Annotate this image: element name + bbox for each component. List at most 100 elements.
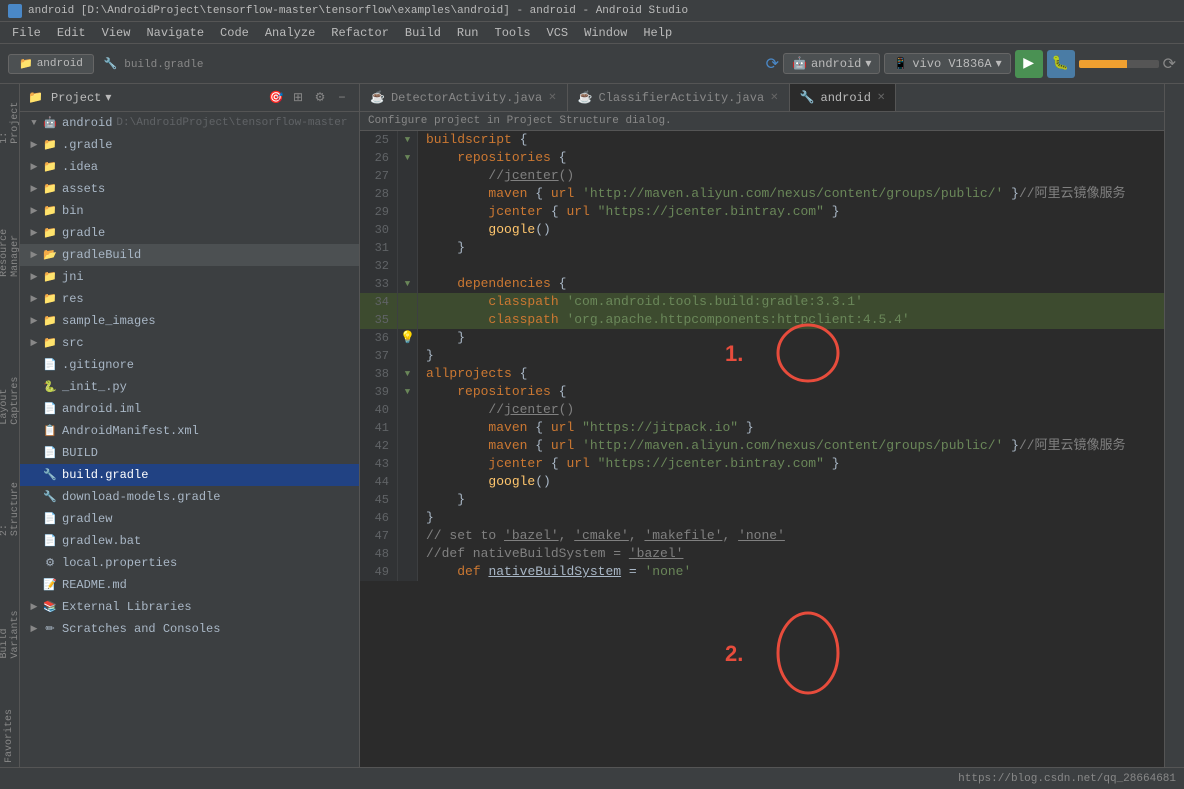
menu-navigate[interactable]: Navigate: [138, 22, 212, 43]
file-icon: 📄: [42, 401, 58, 417]
tab-close-3[interactable]: ✕: [877, 92, 885, 104]
tree-item-gitignore[interactable]: 📄 .gitignore: [20, 354, 359, 376]
tree-item-idea[interactable]: ▶ 📁 .idea: [20, 156, 359, 178]
tree-item-manifest[interactable]: 📋 AndroidManifest.xml: [20, 420, 359, 442]
sidebar-close-btn[interactable]: −: [333, 89, 351, 107]
code-line-32: 32: [360, 257, 1164, 275]
tree-item-gradle-hidden[interactable]: ▶ 📁 .gradle: [20, 134, 359, 156]
line-num: 39: [360, 383, 398, 401]
menu-file[interactable]: File: [4, 22, 49, 43]
ext-libs-icon: 📚: [42, 599, 58, 615]
root-path: D:\AndroidProject\tensorflow-master: [116, 117, 347, 129]
sidebar-settings-btn[interactable]: ⚙: [311, 89, 329, 107]
code-editor[interactable]: 25 ▼ buildscript { 26 ▼ repositories { 2…: [360, 131, 1164, 767]
line-num: 31: [360, 239, 398, 257]
menu-analyze[interactable]: Analyze: [257, 22, 323, 43]
device-selector[interactable]: 📱 vivo V1836A ▾: [884, 53, 1010, 74]
line-num: 32: [360, 257, 398, 275]
menu-refactor[interactable]: Refactor: [323, 22, 397, 43]
tree-root[interactable]: ▼ 🤖 android D:\AndroidProject\tensorflow…: [20, 112, 359, 134]
folder-icon: 📁: [42, 203, 58, 219]
menu-vcs[interactable]: VCS: [539, 22, 577, 43]
debug-button[interactable]: 🐛: [1047, 50, 1075, 78]
line-content: }: [418, 347, 1164, 365]
tab-close-1[interactable]: ✕: [548, 92, 556, 104]
tree-item-src[interactable]: ▶ 📁 src: [20, 332, 359, 354]
tab-close-2[interactable]: ✕: [770, 92, 778, 104]
tree-item-gradlew-bat[interactable]: 📄 gradlew.bat: [20, 530, 359, 552]
tab-classifier-activity[interactable]: ☕ ClassifierActivity.java ✕: [568, 84, 790, 111]
line-num: 44: [360, 473, 398, 491]
menu-view[interactable]: View: [94, 22, 139, 43]
menu-edit[interactable]: Edit: [49, 22, 94, 43]
tree-item-android-iml[interactable]: 📄 android.iml: [20, 398, 359, 420]
tree-item-build[interactable]: 📄 BUILD: [20, 442, 359, 464]
arrow: ▶: [28, 184, 40, 194]
tree-item-gradlebuild[interactable]: ▶ 📂 gradleBuild: [20, 244, 359, 266]
gutter: ▼: [398, 131, 418, 149]
line-content: maven { url "https://jitpack.io" }: [418, 419, 1164, 437]
window-title: android [D:\AndroidProject\tensorflow-ma…: [28, 5, 688, 17]
sidebar-locate-btn[interactable]: 🎯: [267, 89, 285, 107]
progress-bar: [1079, 60, 1159, 68]
sidebar-expand-btn[interactable]: ⊞: [289, 89, 307, 107]
menu-tools[interactable]: Tools: [487, 22, 539, 43]
menu-build[interactable]: Build: [397, 22, 449, 43]
arrow: ▶: [28, 162, 40, 172]
tree-item-assets[interactable]: ▶ 📁 assets: [20, 178, 359, 200]
file-icon: 📄: [42, 533, 58, 549]
tree-item-readme[interactable]: 📝 README.md: [20, 574, 359, 596]
line-num: 40: [360, 401, 398, 419]
code-line-25: 25 ▼ buildscript {: [360, 131, 1164, 149]
item-label: README.md: [62, 578, 127, 592]
tab-detector-activity[interactable]: ☕ DetectorActivity.java ✕: [360, 84, 568, 111]
strip-build[interactable]: Build Variants: [0, 582, 23, 663]
strip-structure[interactable]: 2: Structure: [0, 470, 23, 540]
tree-item-download-models[interactable]: 🔧 download-models.gradle: [20, 486, 359, 508]
line-num: 33: [360, 275, 398, 293]
gutter: [398, 311, 418, 329]
sidebar-dropdown-arrow[interactable]: ▾: [105, 90, 111, 105]
strip-resource[interactable]: Resource Manager: [0, 190, 23, 281]
line-num: 37: [360, 347, 398, 365]
strip-project[interactable]: 1: Project: [0, 88, 23, 148]
item-label: .gradle: [62, 138, 112, 152]
tree-item-gradlew[interactable]: 📄 gradlew: [20, 508, 359, 530]
tab-android[interactable]: 🔧 android ✕: [790, 84, 897, 111]
run-button[interactable]: ▶: [1015, 50, 1043, 78]
sidebar-actions: 🎯 ⊞ ⚙ −: [267, 89, 351, 107]
project-selector[interactable]: 📁 android: [8, 54, 94, 74]
tree-item-external-libs[interactable]: ▶ 📚 External Libraries: [20, 596, 359, 618]
code-line-46: 46 }: [360, 509, 1164, 527]
tree-item-gradle[interactable]: ▶ 📁 gradle: [20, 222, 359, 244]
tree-item-jni[interactable]: ▶ 📁 jni: [20, 266, 359, 288]
gradle-icon: 🔧: [42, 489, 58, 505]
menu-code[interactable]: Code: [212, 22, 257, 43]
tree-item-sample-images[interactable]: ▶ 📁 sample_images: [20, 310, 359, 332]
line-num: 36: [360, 329, 398, 347]
item-label: download-models.gradle: [62, 490, 220, 504]
info-text: Configure project in Project Structure d…: [368, 115, 672, 127]
menu-help[interactable]: Help: [635, 22, 680, 43]
android-config[interactable]: 🤖 android ▾: [783, 53, 880, 74]
code-line-29: 29 jcenter { url "https://jcenter.bintra…: [360, 203, 1164, 221]
sync-icon[interactable]: ⟳: [766, 54, 779, 74]
tree-item-local-properties[interactable]: ⚙ local.properties: [20, 552, 359, 574]
tree-item-build-gradle[interactable]: 🔧 build.gradle: [20, 464, 359, 486]
build-gradle-tab[interactable]: 🔧 build.gradle: [104, 57, 204, 71]
tree-item-scratches[interactable]: ▶ ✏ Scratches and Consoles: [20, 618, 359, 640]
line-num: 26: [360, 149, 398, 167]
item-label: _init_.py: [62, 380, 127, 394]
tree-item-init-py[interactable]: 🐍 _init_.py: [20, 376, 359, 398]
tree-item-bin[interactable]: ▶ 📁 bin: [20, 200, 359, 222]
project-tree: ▼ 🤖 android D:\AndroidProject\tensorflow…: [20, 112, 359, 767]
menu-window[interactable]: Window: [576, 22, 635, 43]
info-bar: Configure project in Project Structure d…: [360, 112, 1164, 131]
tree-item-res[interactable]: ▶ 📁 res: [20, 288, 359, 310]
strip-favorites[interactable]: Favorites: [2, 705, 17, 767]
refresh-icon[interactable]: ⟳: [1163, 54, 1176, 74]
line-num: 29: [360, 203, 398, 221]
menu-run[interactable]: Run: [449, 22, 487, 43]
strip-layout[interactable]: Layout Captures: [0, 343, 23, 429]
code-line-34: 34 classpath 'com.android.tools.build:gr…: [360, 293, 1164, 311]
